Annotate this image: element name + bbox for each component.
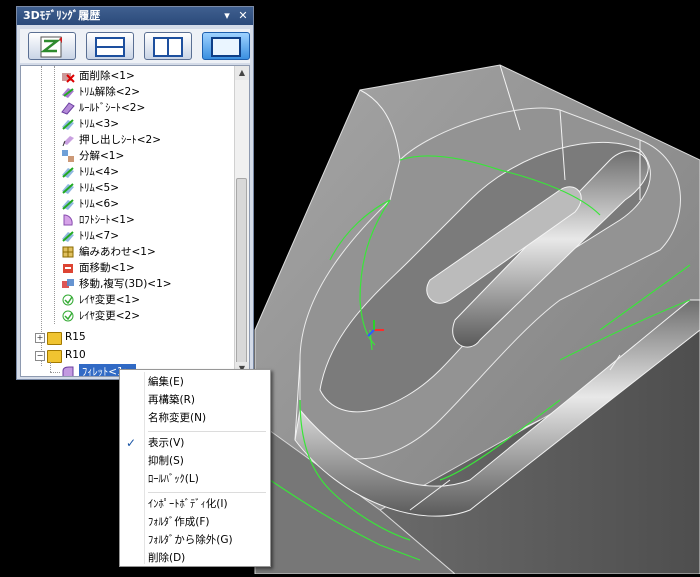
layer-change-icon — [62, 294, 74, 306]
folder-icon — [47, 332, 62, 345]
menu-item-delete[interactable]: 削除(D) — [120, 549, 270, 567]
panel-toolbar — [20, 29, 250, 63]
toolbar-split-horizontal-button[interactable] — [86, 32, 134, 60]
toolbar-single-view-button[interactable] — [202, 32, 250, 60]
menu-separator — [148, 431, 266, 432]
single-view-icon — [211, 37, 241, 57]
split-vertical-icon — [153, 37, 183, 57]
panel-title: 3Dﾓﾃﾞﾘﾝｸﾞ履歴 — [23, 9, 101, 22]
menu-item-rebuild[interactable]: 再構築(R) — [120, 391, 270, 409]
ruled-sheet-icon — [61, 102, 75, 115]
menu-item-rollback[interactable]: ﾛｰﾙﾊﾞｯｸ(L) — [120, 470, 270, 488]
menu-item-import-body[interactable]: ｲﾝﾎﾟｰﾄﾎﾞﾃﾞｨ化(I) — [120, 495, 270, 513]
modeling-history-panel: 3Dﾓﾃﾞﾘﾝｸﾞ履歴 ▾ ✕ 面削除<1> ﾄﾘﾑ解除<2> ﾙｰﾙﾄﾞｼｰﾄ… — [16, 6, 254, 380]
checkmark-icon: ✓ — [126, 436, 137, 450]
context-menu: 編集(E) 再構築(R) 名称変更(N) ✓ 表示(V) 抑制(S) ﾛｰﾙﾊﾞ… — [119, 369, 271, 567]
trim-icon — [62, 199, 74, 210]
untrim-icon — [62, 88, 74, 98]
loft-sheet-icon — [63, 214, 73, 226]
menu-separator — [148, 492, 266, 493]
toolbar-history-button[interactable] — [28, 32, 76, 60]
menu-item-suppress[interactable]: 抑制(S) — [120, 452, 270, 470]
split-horizontal-icon — [95, 37, 125, 57]
menu-item-remove-from-folder[interactable]: ﾌｫﾙﾀﾞから除外(G) — [120, 531, 270, 549]
move-copy-icon — [62, 279, 74, 288]
menu-item-show[interactable]: ✓ 表示(V) — [120, 434, 270, 452]
face-delete-icon — [62, 73, 75, 83]
fillet-icon — [62, 366, 74, 376]
history-zigzag-icon — [40, 36, 62, 58]
toolbar-split-vertical-button[interactable] — [144, 32, 192, 60]
scroll-up-icon[interactable]: ▲ — [235, 66, 249, 80]
tree-folder-r15[interactable]: + R15 — [31, 329, 111, 345]
panel-titlebar[interactable]: 3Dﾓﾃﾞﾘﾝｸﾞ履歴 ▾ ✕ — [17, 7, 253, 25]
collapse-icon[interactable]: − — [35, 351, 45, 361]
expand-icon[interactable]: + — [35, 333, 45, 343]
scroll-thumb[interactable] — [236, 178, 247, 364]
face-move-icon — [63, 264, 73, 273]
trim-icon — [62, 183, 74, 194]
knit-icon — [62, 246, 74, 258]
trim-icon — [62, 119, 74, 130]
layer-change-icon — [62, 310, 74, 322]
panel-close-icon[interactable]: ✕ — [235, 7, 251, 25]
extrude-sheet-icon — [62, 136, 74, 147]
trim-icon — [62, 231, 74, 242]
menu-item-rename[interactable]: 名称変更(N) — [120, 409, 270, 427]
explode-icon — [62, 150, 74, 162]
trim-icon — [62, 167, 74, 178]
tree-folder-r10[interactable]: − R10 — [31, 347, 111, 363]
tree-scrollbar[interactable]: ▲ ▼ — [234, 66, 249, 376]
panel-menu-dropdown-icon[interactable]: ▾ — [219, 7, 235, 25]
menu-item-edit[interactable]: 編集(E) — [120, 373, 270, 391]
history-tree[interactable]: 面削除<1> ﾄﾘﾑ解除<2> ﾙｰﾙﾄﾞｼｰﾄ<2> ﾄﾘﾑ<3> 押し出しｼ… — [20, 65, 250, 377]
menu-item-create-folder[interactable]: ﾌｫﾙﾀﾞ作成(F) — [120, 513, 270, 531]
